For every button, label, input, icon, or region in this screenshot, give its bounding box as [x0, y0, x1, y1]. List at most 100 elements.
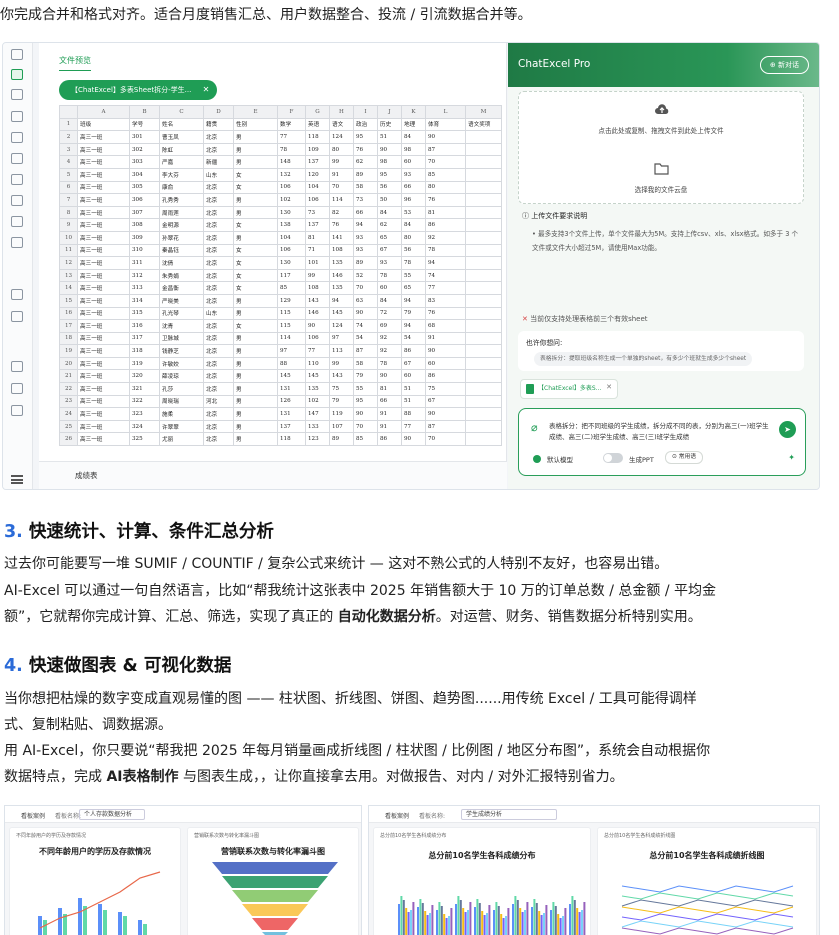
table-cell[interactable]: 322	[129, 394, 160, 409]
table-cell[interactable]: 137	[305, 155, 330, 169]
table-cell[interactable]: 90	[377, 142, 402, 157]
table-cell[interactable]: 75	[329, 382, 354, 396]
message-icon[interactable]	[11, 405, 23, 416]
table-cell[interactable]: 男	[233, 356, 278, 371]
table-cell[interactable]: 305	[129, 180, 160, 195]
table-cell[interactable]: 66	[401, 180, 426, 195]
table-cell[interactable]: 高三一班	[77, 155, 130, 169]
table-cell[interactable]: 106	[277, 180, 306, 195]
table-cell[interactable]: 307	[129, 205, 160, 220]
column-header[interactable]: G	[305, 105, 330, 119]
table-cell[interactable]: 70	[329, 180, 354, 195]
table-cell[interactable]: 男	[233, 193, 278, 207]
sheet-tab[interactable]: 成绩表	[75, 470, 98, 481]
table-cell[interactable]: 严晓美	[159, 293, 204, 308]
row-number[interactable]: 14	[59, 281, 78, 295]
table-cell[interactable]: 85	[353, 432, 378, 447]
column-header[interactable]: A	[77, 105, 130, 119]
column-header[interactable]: I	[353, 105, 378, 119]
table-cell[interactable]: 高三一班	[77, 356, 130, 371]
table-cell[interactable]: 陈虹	[159, 142, 204, 157]
table-cell[interactable]: 114	[329, 193, 354, 207]
book-icon[interactable]	[11, 216, 23, 227]
table-cell[interactable]: 语文奖项	[465, 117, 502, 132]
table-cell[interactable]: 体育	[425, 117, 466, 132]
table-cell[interactable]: 68	[425, 319, 466, 333]
table-cell[interactable]: 尤丽	[159, 432, 204, 447]
table-cell[interactable]: 98	[377, 155, 402, 169]
table-cell[interactable]: 138	[277, 218, 306, 232]
table-cell[interactable]: 金明源	[159, 218, 204, 232]
table-cell[interactable]: 女	[233, 281, 278, 295]
table-cell[interactable]: 104	[277, 230, 306, 245]
table-cell[interactable]: 高三一班	[77, 344, 130, 358]
table-cell[interactable]	[465, 306, 502, 321]
table-cell[interactable]: 男	[233, 331, 278, 346]
chat-input-box[interactable]: ⌀ 表格拆分：把不同班级的学生成绩，拆分成不同的表，分别为高三(一)班学生成绩、…	[518, 408, 806, 476]
row-number[interactable]: 22	[59, 382, 78, 396]
table-cell[interactable]: 高三一班	[77, 369, 130, 384]
table-cell[interactable]	[465, 419, 502, 434]
table-cell[interactable]: 山东	[203, 167, 234, 182]
table-cell[interactable]: 78	[277, 142, 306, 157]
layout-icon[interactable]	[11, 195, 23, 206]
table-cell[interactable]: 北京	[203, 205, 234, 220]
table-cell[interactable]: 97	[277, 344, 306, 358]
table-cell[interactable]: 303	[129, 155, 160, 169]
table-cell[interactable]: 80	[401, 230, 426, 245]
table-cell[interactable]: 301	[129, 130, 160, 144]
table-cell[interactable]: 325	[129, 432, 160, 447]
table-cell[interactable]: 男	[233, 130, 278, 144]
table-cell[interactable]	[465, 407, 502, 421]
row-number[interactable]: 25	[59, 419, 78, 434]
table-cell[interactable]: 315	[129, 306, 160, 321]
table-cell[interactable]: 籍贯	[203, 117, 234, 132]
table-cell[interactable]: 90	[425, 130, 466, 144]
table-cell[interactable]: 90	[305, 319, 330, 333]
table-cell[interactable]: 71	[305, 243, 330, 258]
table-cell[interactable]: 北京	[203, 369, 234, 384]
table-cell[interactable]: 146	[329, 268, 354, 283]
table-cell[interactable]: 324	[129, 419, 160, 434]
table-cell[interactable]: 102	[305, 394, 330, 409]
table-cell[interactable]: 78	[425, 243, 466, 258]
table-cell[interactable]: 102	[277, 193, 306, 207]
table-cell[interactable]: 80	[425, 180, 466, 195]
table-cell[interactable]: 124	[329, 130, 354, 144]
table-cell[interactable]: 卫脉城	[159, 331, 204, 346]
table-cell[interactable]: 高三一班	[77, 193, 130, 207]
row-number[interactable]: 11	[59, 243, 78, 258]
table-cell[interactable]	[465, 432, 502, 447]
table-cell[interactable]: 67	[401, 356, 426, 371]
table-icon[interactable]	[11, 111, 23, 122]
table-cell[interactable]: 严嘉	[159, 155, 204, 169]
table-cell[interactable]: 70	[425, 432, 466, 447]
table-cell[interactable]: 男	[233, 344, 278, 358]
table-cell[interactable]: 许敏姣	[159, 356, 204, 371]
table-cell[interactable]	[465, 293, 502, 308]
table-cell[interactable]: 高三一班	[77, 218, 130, 232]
column-header[interactable]: J	[377, 105, 402, 119]
table-cell[interactable]: 孔秀秀	[159, 193, 204, 207]
table-cell[interactable]: 男	[233, 419, 278, 434]
paperclip-icon[interactable]: ⌀	[531, 421, 538, 434]
table-cell[interactable]	[465, 218, 502, 232]
table-cell[interactable]: 北京	[203, 256, 234, 270]
table-cell[interactable]: 90	[425, 407, 466, 421]
table-cell[interactable]: 51	[401, 382, 426, 396]
row-number[interactable]: 23	[59, 394, 78, 409]
table-cell[interactable]: 77	[277, 130, 306, 144]
table-cell[interactable]: 308	[129, 218, 160, 232]
table-cell[interactable]: 男	[233, 306, 278, 321]
table-cell[interactable]: 79	[401, 306, 426, 321]
table-cell[interactable]: 曹玉凤	[159, 130, 204, 144]
table-cell[interactable]: 143	[329, 369, 354, 384]
table-cell[interactable]: 北京	[203, 230, 234, 245]
row-number[interactable]: 7	[59, 193, 78, 207]
column-header[interactable]: K	[401, 105, 426, 119]
table-cell[interactable]: 男	[233, 432, 278, 447]
table-cell[interactable]: 88	[401, 407, 426, 421]
table-cell[interactable]: 高三一班	[77, 268, 130, 283]
table-cell[interactable]: 数学	[277, 117, 306, 132]
table-cell[interactable]: 73	[353, 193, 378, 207]
